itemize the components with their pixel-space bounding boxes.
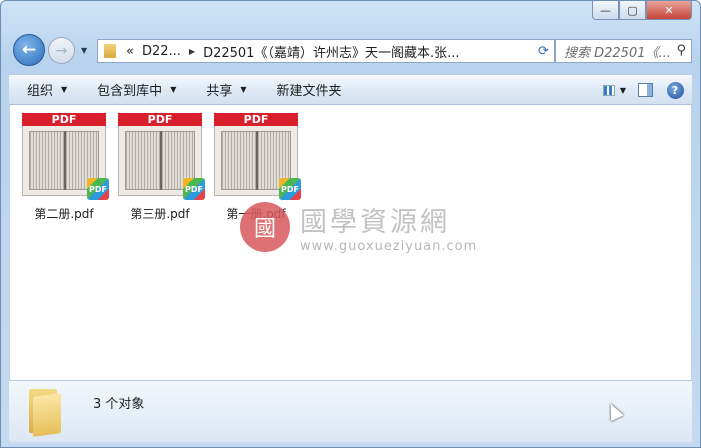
pdf-thumbnail: PDF PDF	[214, 113, 301, 200]
watermark-title: 國學資源網	[300, 207, 450, 238]
pdf-header: PDF	[214, 113, 298, 126]
watermark-seal: 國	[240, 202, 290, 252]
chevron-down-icon: ▼	[61, 85, 68, 94]
pdf-app-icon: PDF	[183, 178, 205, 200]
command-bar: 组织 ▼ 包含到库中 ▼ 共享 ▼ 新建文件夹 ▼ ?	[9, 74, 692, 105]
arrow-right-icon: →	[55, 42, 68, 59]
include-in-library-menu[interactable]: 包含到库中 ▼	[97, 80, 176, 99]
arrow-left-icon: ←	[21, 40, 37, 60]
file-item[interactable]: PDF PDF 第三册.pdf	[112, 113, 208, 222]
new-folder-label: 新建文件夹	[276, 84, 342, 99]
change-view-button[interactable]	[598, 79, 620, 101]
pdf-header: PDF	[118, 113, 202, 126]
include-library-label: 包含到库中	[97, 84, 163, 99]
share-label: 共享	[206, 84, 233, 99]
help-icon: ?	[666, 81, 684, 99]
breadcrumb-item[interactable]: D22...	[142, 44, 181, 59]
breadcrumb-item[interactable]: D22501《（嘉靖）许州志》天一阁藏本.张...	[203, 42, 459, 61]
pdf-header: PDF	[22, 113, 106, 126]
search-input[interactable]: 搜索 D22501《... ⚲	[555, 39, 692, 63]
pdf-app-icon: PDF	[279, 178, 301, 200]
organize-menu[interactable]: 组织 ▼	[27, 80, 67, 99]
maximize-button[interactable]: ▢	[619, 1, 646, 20]
organize-label: 组织	[27, 84, 54, 99]
search-icon[interactable]: ⚲	[676, 43, 686, 58]
recent-pages-dropdown[interactable]: ▼	[81, 46, 87, 55]
mouse-cursor-icon	[604, 400, 624, 422]
pdf-thumbnail: PDF PDF	[22, 113, 109, 200]
watermark-url: www.guoxueziyuan.com	[300, 239, 478, 254]
close-button[interactable]: ✕	[646, 1, 692, 20]
refresh-button[interactable]: ⟳	[533, 39, 555, 63]
chevron-down-icon: ▼	[240, 85, 247, 94]
view-controls: ▼ ?	[590, 79, 686, 101]
preview-pane-icon	[637, 83, 653, 97]
view-grid-icon	[602, 84, 615, 96]
file-item[interactable]: PDF PDF 第二册.pdf	[16, 113, 112, 222]
share-menu[interactable]: 共享 ▼	[206, 80, 246, 99]
chevron-down-icon[interactable]: ▼	[620, 86, 626, 95]
breadcrumb-overflow[interactable]: «	[126, 44, 134, 59]
chevron-down-icon: ▼	[170, 85, 177, 94]
caption-buttons: — ▢ ✕	[592, 1, 692, 21]
back-button[interactable]: ←	[13, 34, 45, 66]
chevron-right-icon[interactable]: ▶	[189, 47, 195, 56]
folder-icon	[29, 389, 61, 437]
watermark: 國 國學資源網 www.guoxueziyuan.com	[240, 200, 477, 254]
file-name[interactable]: 第三册.pdf	[112, 205, 208, 222]
preview-pane-button[interactable]	[634, 79, 656, 101]
pdf-app-icon: PDF	[87, 178, 109, 200]
navigation-bar: ← → ▼ « D22... ▶ D22501《（嘉靖）许州志》天一阁藏本.张.…	[9, 34, 692, 66]
minimize-button[interactable]: —	[592, 1, 619, 20]
pdf-thumbnail: PDF PDF	[118, 113, 205, 200]
new-folder-button[interactable]: 新建文件夹	[277, 80, 342, 99]
help-button[interactable]: ?	[664, 79, 686, 101]
file-name[interactable]: 第二册.pdf	[16, 205, 112, 222]
item-count: 3 个对象	[93, 397, 145, 412]
file-list: PDF PDF 第二册.pdf PDF PDF 第三册.pdf PDF PDF …	[9, 105, 692, 380]
refresh-icon: ⟳	[538, 43, 549, 59]
search-placeholder: 搜索 D22501《...	[564, 45, 671, 61]
details-pane: 3 个对象	[9, 380, 692, 442]
address-bar[interactable]: « D22... ▶ D22501《（嘉靖）许州志》天一阁藏本.张... ▼	[97, 39, 549, 63]
folder-icon	[104, 44, 116, 58]
explorer-window: — ▢ ✕ ← → ▼ « D22... ▶ D22501《（嘉靖）许州志》天一…	[0, 0, 701, 448]
forward-button[interactable]: →	[48, 37, 75, 64]
